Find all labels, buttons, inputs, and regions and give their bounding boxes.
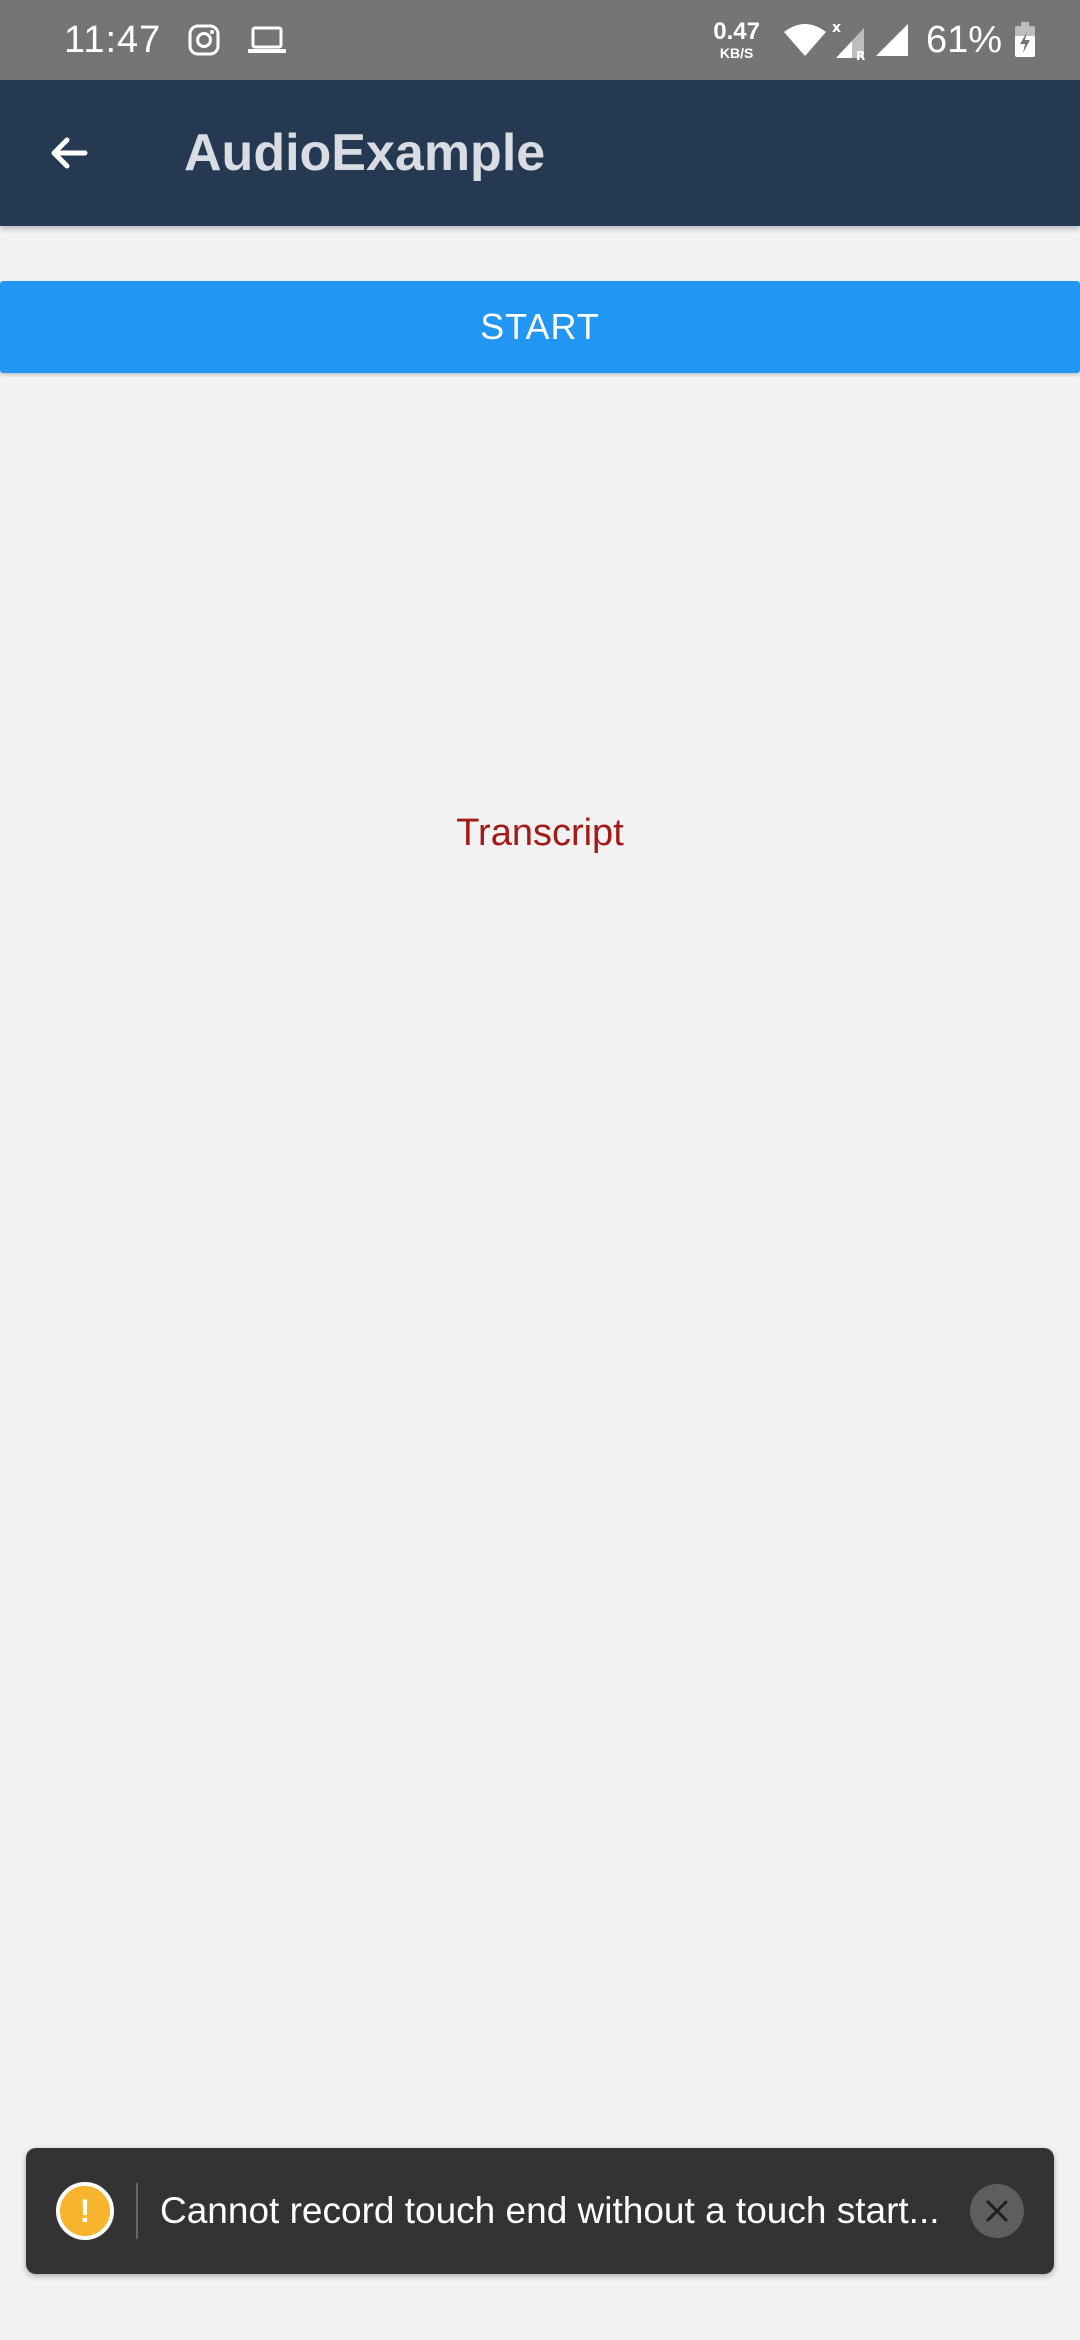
warning-toast[interactable]: ! Cannot record touch end without a touc… bbox=[26, 2148, 1054, 2274]
app-bar: AudioExample bbox=[0, 80, 1080, 226]
app-title: AudioExample bbox=[184, 124, 546, 182]
laptop-icon bbox=[247, 25, 287, 55]
battery-percent: 61% bbox=[925, 18, 1002, 61]
network-speed-unit: KB/S bbox=[719, 45, 754, 61]
svg-text:x: x bbox=[832, 20, 841, 36]
back-button[interactable] bbox=[34, 118, 104, 188]
wifi-icon bbox=[782, 22, 828, 58]
screen: 11:47 0.47 KB/S x R 61% AudioExample STA… bbox=[0, 0, 1080, 2340]
status-bar: 11:47 0.47 KB/S x R 61% bbox=[0, 0, 1080, 80]
network-speed-value: 0.47 bbox=[713, 18, 760, 45]
toast-message: Cannot record touch end without a touch … bbox=[160, 2190, 940, 2231]
arrow-left-icon bbox=[51, 137, 88, 169]
status-bar-right: 0.47 KB/S x R 61% bbox=[713, 19, 1036, 62]
network-speed: 0.47 KB/S bbox=[713, 18, 760, 61]
warning-icon: ! bbox=[56, 2182, 114, 2240]
status-time: 11:47 bbox=[64, 18, 162, 61]
signal-x-icon: x R bbox=[832, 20, 868, 60]
battery-charging-icon bbox=[1014, 22, 1036, 58]
close-icon bbox=[986, 2200, 1008, 2222]
toast-divider bbox=[136, 2183, 138, 2239]
svg-text:R: R bbox=[856, 49, 865, 60]
start-button[interactable]: START bbox=[0, 281, 1080, 373]
signal-icon bbox=[874, 22, 910, 58]
status-bar-left: 11:47 bbox=[64, 19, 287, 62]
transcript-text: Transcript bbox=[456, 812, 624, 854]
instagram-icon bbox=[187, 23, 221, 57]
toast-close-button[interactable] bbox=[970, 2184, 1024, 2238]
